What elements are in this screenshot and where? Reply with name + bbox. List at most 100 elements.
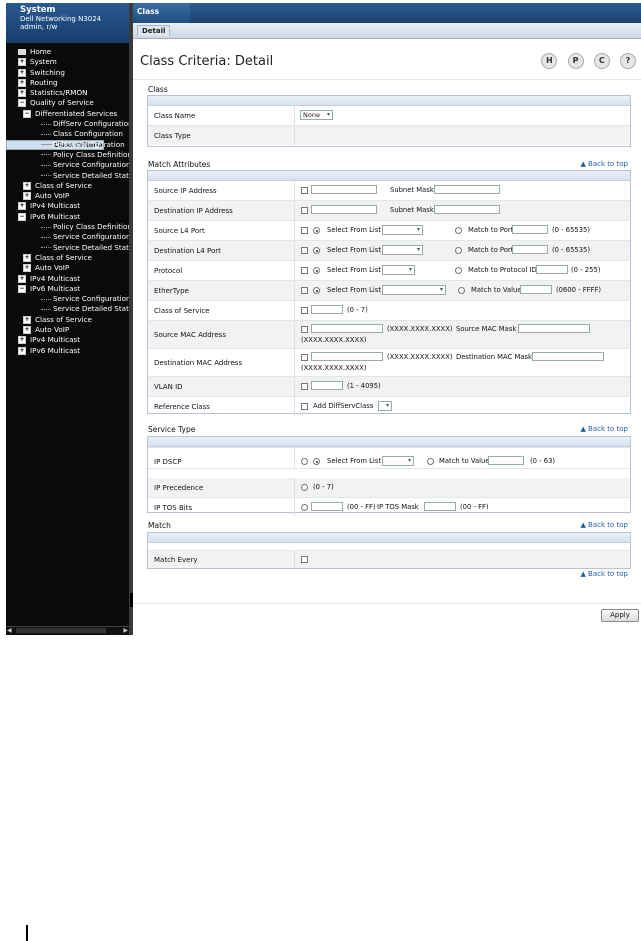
back-to-top-link[interactable]: ▲ Back to top [580,425,628,433]
protocol-select[interactable]: ▾ [382,265,415,275]
cos-input[interactable] [311,305,343,314]
dest-mac-checkbox[interactable] [301,354,308,361]
dest-ip-input[interactable] [311,205,377,214]
sidebar-item[interactable]: Class Configuration [6,129,129,139]
collapse-icon[interactable]: − [18,212,26,221]
expand-icon[interactable]: + [23,181,31,190]
refresh-icon[interactable]: C [593,53,610,69]
tos-mask-input[interactable] [424,502,456,511]
dscp-value-input[interactable] [488,456,524,465]
expand-icon[interactable]: + [18,336,26,345]
save-icon[interactable]: H [541,53,558,69]
source-mac-checkbox[interactable] [301,326,308,333]
dest-mac-mask-input[interactable] [532,352,604,361]
expand-icon[interactable]: + [23,326,31,335]
source-ip-checkbox[interactable] [301,187,308,194]
sidebar-item[interactable]: Service Detailed Statistics [6,304,129,314]
source-mac-input[interactable] [311,324,383,333]
sidebar-item[interactable]: Service Detailed Statistics [6,171,129,181]
ethertype-select[interactable]: ▾ [382,285,446,295]
match-every-checkbox[interactable] [301,556,308,563]
sidebar-item[interactable]: + Auto VoIP [6,325,129,335]
help-icon[interactable]: ? [620,53,636,69]
ethertype-list-radio[interactable] [313,287,320,294]
source-mac-mask-input[interactable] [518,324,590,333]
source-l4-list-radio[interactable] [313,227,320,234]
expand-icon[interactable]: + [23,264,31,273]
sidebar-item[interactable]: − IPv6 Multicast [6,212,129,222]
source-subnet-mask-input[interactable] [434,185,500,194]
print-icon[interactable]: P [567,53,584,69]
sidebar-item[interactable]: Policy Class Definition [6,150,129,160]
sidebar-item[interactable]: + Routing [6,78,129,88]
sidebar-item[interactable]: + Class of Service [6,181,129,191]
back-to-top-link[interactable]: ▲ Back to top [580,160,628,168]
source-l4-select[interactable]: ▾ [382,225,423,235]
expand-icon[interactable]: + [18,202,26,211]
dest-l4-list-radio[interactable] [313,247,320,254]
apply-button[interactable]: Apply [601,609,639,622]
expand-icon[interactable]: + [18,78,26,87]
sidebar-item[interactable]: − Differentiated Services [6,109,129,119]
sidebar-item[interactable]: Policy Configuration [6,140,129,150]
source-l4-port-input[interactable] [512,225,548,234]
sidebar-item[interactable]: Service Configuration [6,160,129,170]
dest-subnet-mask-input[interactable] [434,205,500,214]
expand-icon[interactable]: + [18,274,26,283]
sidebar-item[interactable]: + IPv6 Multicast [6,346,129,356]
diffserv-class-select[interactable]: ▾ [378,401,392,411]
ip-dscp-radio[interactable] [301,458,308,465]
sidebar-item[interactable]: + IPv4 Multicast [6,201,129,211]
expand-icon[interactable]: + [18,346,26,355]
collapse-icon[interactable]: − [18,99,26,108]
tab-class-criteria[interactable]: Class Criteria [133,3,190,34]
reference-class-checkbox[interactable] [301,403,308,410]
dscp-value-radio[interactable] [427,458,434,465]
protocol-id-input[interactable] [536,265,568,274]
back-to-top-link[interactable]: ▲ Back to top [580,521,628,529]
scrollbar-thumb[interactable] [16,628,106,633]
sidebar-item[interactable]: + Statistics/RMON [6,88,129,98]
ethertype-checkbox[interactable] [301,287,308,294]
expand-icon[interactable]: + [23,315,31,324]
sidebar-item[interactable]: DiffServ Configuration [6,119,129,129]
expand-icon[interactable]: + [18,68,26,77]
protocol-checkbox[interactable] [301,267,308,274]
dest-l4-port-input[interactable] [512,245,548,254]
scroll-left-icon[interactable]: ◀ [7,627,12,634]
source-l4-port-radio[interactable] [455,227,462,234]
protocol-list-radio[interactable] [313,267,320,274]
sidebar-scrollbar[interactable]: ◀ ▶ [6,626,129,635]
protocol-id-radio[interactable] [455,267,462,274]
vlan-checkbox[interactable] [301,383,308,390]
dest-l4-select[interactable]: ▾ [382,245,423,255]
expand-icon[interactable]: + [23,253,31,262]
subtab-detail[interactable]: Detail [137,25,171,36]
expand-icon[interactable]: + [18,58,26,67]
source-ip-input[interactable] [311,185,377,194]
sidebar-item[interactable]: − IPv6 Multicast [6,284,129,294]
cos-checkbox[interactable] [301,307,308,314]
back-to-top-link[interactable]: ▲ Back to top [580,570,628,578]
sidebar-item[interactable]: + IPv4 Multicast [6,335,129,345]
sidebar-item[interactable]: + Class of Service [6,315,129,325]
ethertype-value-input[interactable] [520,285,552,294]
ethertype-value-radio[interactable] [458,287,465,294]
expand-icon[interactable]: + [18,89,26,98]
ip-precedence-radio[interactable] [301,484,308,491]
tos-bits-input[interactable] [311,502,343,511]
expand-icon[interactable]: + [23,192,31,201]
sidebar-item[interactable]: Policy Class Definition [6,222,129,232]
source-l4-checkbox[interactable] [301,227,308,234]
sidebar-item[interactable]: + IPv4 Multicast [6,274,129,284]
sidebar-item[interactable]: Service Detailed Statistics [6,243,129,253]
sidebar-item[interactable]: Service Configuration [6,294,129,304]
sidebar-item[interactable]: + Auto VoIP [6,263,129,273]
dest-l4-port-radio[interactable] [455,247,462,254]
sidebar-item[interactable]: − Quality of Service [6,98,129,108]
sidebar-item[interactable]: + Class of Service [6,253,129,263]
sidebar-item[interactable]: + System [6,57,129,67]
dest-mac-input[interactable] [311,352,383,361]
scroll-right-icon[interactable]: ▶ [123,627,128,634]
dest-l4-checkbox[interactable] [301,247,308,254]
